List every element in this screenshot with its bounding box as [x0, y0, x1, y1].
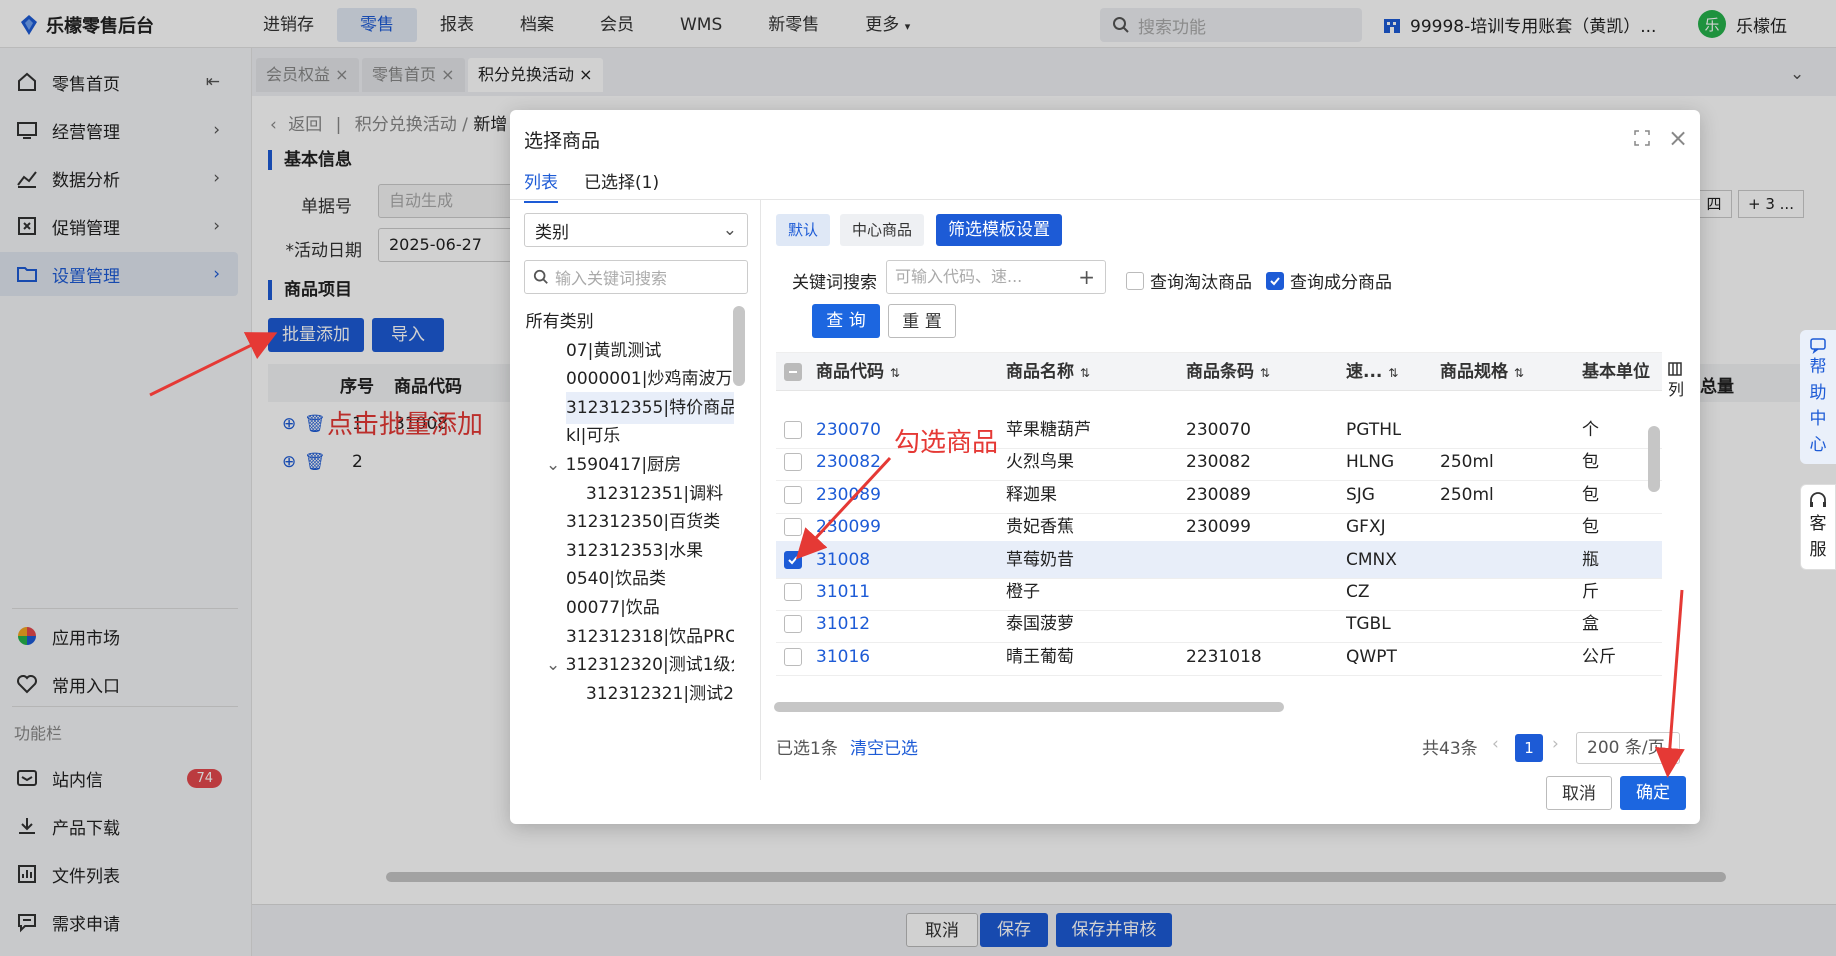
annotation-arrows [149, 332, 1685, 778]
arrow-to-batch-add [149, 332, 278, 397]
arrow-to-checkbox [795, 456, 892, 560]
arrow-to-confirm [1654, 589, 1685, 778]
